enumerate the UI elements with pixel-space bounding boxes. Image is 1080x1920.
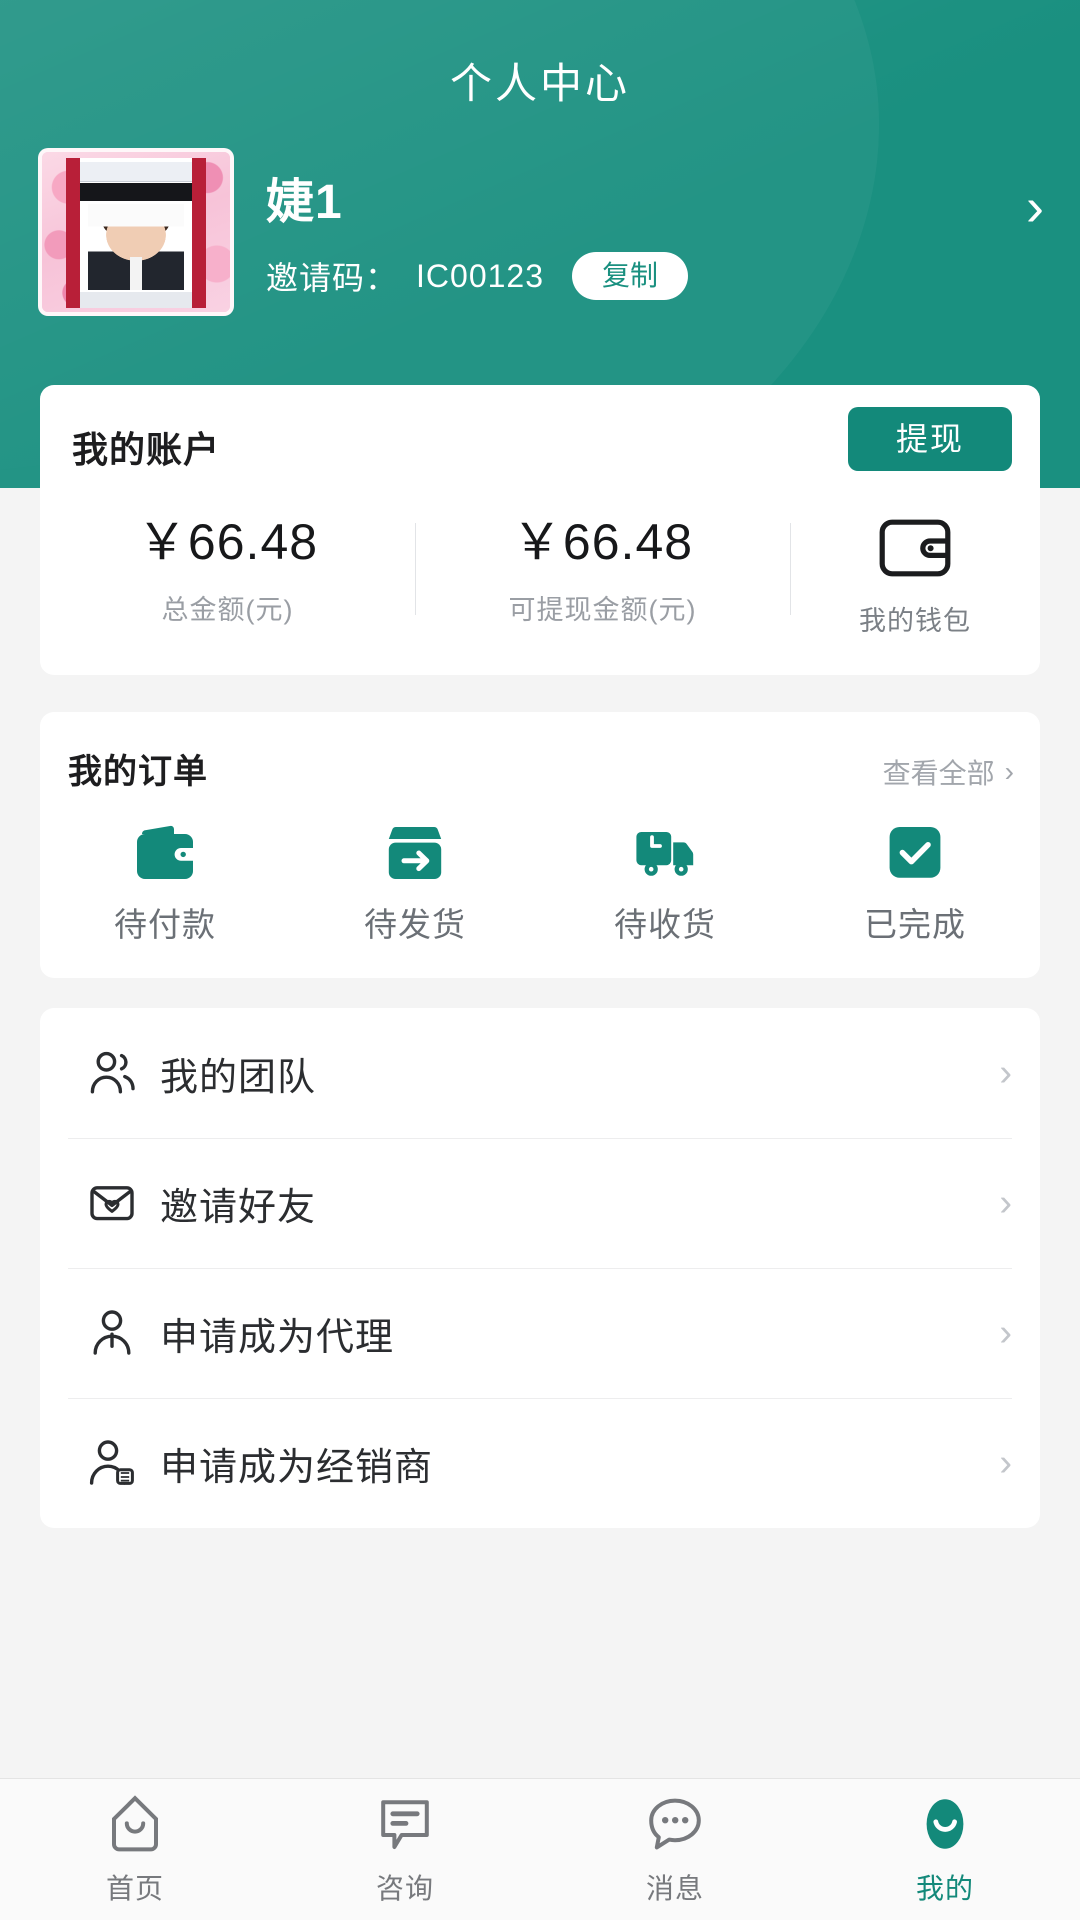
order-status-label: 待收货 <box>614 906 716 943</box>
package-arrow-icon <box>388 827 442 879</box>
order-status-pending-receipt[interactable]: 待收货 <box>540 824 790 946</box>
tab-home[interactable]: 首页 <box>0 1779 270 1920</box>
menu-item-apply-agent[interactable]: 申请成为代理 › <box>40 1268 1040 1398</box>
person-agent-icon <box>93 1310 131 1355</box>
avatar-toolbar-strip <box>80 162 192 182</box>
tab-label: 首页 <box>105 1872 164 1904</box>
menu-item-label: 申请成为代理 <box>160 1316 395 1359</box>
message-dots-icon <box>649 1798 701 1849</box>
account-stats: ￥66.48 总金额(元) ￥66.48 可提现金额(元) 我的钱包 <box>40 515 1040 638</box>
stat-divider <box>415 523 416 615</box>
wallet-icon <box>137 825 195 879</box>
avatar[interactable] <box>38 148 234 316</box>
wallet-divider <box>790 523 791 615</box>
stat-withdrawable-amount: ￥66.48 可提现金额(元) <box>415 515 790 627</box>
invite-code-label: 邀请码： <box>266 260 399 296</box>
menu-item-apply-dealer[interactable]: 申请成为经销商 › <box>40 1398 1040 1528</box>
my-wallet-label: 我的钱包 <box>859 606 971 636</box>
my-wallet-entry[interactable]: 我的钱包 <box>790 515 1040 638</box>
wallet-icon <box>879 519 951 577</box>
bottom-tabbar: 首页 咨询 消息 我的 <box>0 1778 1080 1920</box>
tab-messages[interactable]: 消息 <box>540 1779 810 1920</box>
orders-card: 我的订单 查看全部 › 待付款 待发货 待收货 已完成 <box>40 712 1040 978</box>
person-dealer-icon <box>89 1440 134 1485</box>
avatar-portrait <box>88 204 184 290</box>
chevron-right-icon: › <box>999 1181 1012 1224</box>
orders-status-grid: 待付款 待发货 待收货 已完成 <box>40 824 1040 946</box>
menu-item-label: 我的团队 <box>160 1056 317 1099</box>
menu-card: 我的团队 › 邀请好友 › 申请成为代理 › 申请成为经销商 › <box>40 1008 1040 1528</box>
invite-code-row: 邀请码： IC00123 复制 <box>266 252 689 300</box>
team-icon <box>90 1051 135 1094</box>
truck-icon <box>636 832 694 876</box>
copy-invite-code-button[interactable]: 复制 <box>572 252 689 300</box>
page-title: 个人中心 <box>449 60 630 107</box>
chevron-right-icon: › <box>999 1441 1012 1484</box>
orders-view-all-label: 查看全部 <box>882 758 995 789</box>
chat-lines-icon <box>381 1799 429 1849</box>
profile-smile-icon <box>926 1798 964 1849</box>
menu-item-my-team[interactable]: 我的团队 › <box>40 1008 1040 1138</box>
order-status-pending-shipment[interactable]: 待发货 <box>290 824 540 946</box>
avatar-dark-strip <box>80 183 192 201</box>
tab-mine[interactable]: 我的 <box>810 1779 1080 1920</box>
stat-label: 可提现金额(元) <box>508 595 697 625</box>
orders-title: 我的订单 <box>68 753 208 791</box>
envelope-heart-icon <box>90 1186 134 1221</box>
profile-block[interactable]: 婕1 邀请码： IC00123 复制 <box>38 148 1042 328</box>
tab-label: 消息 <box>645 1872 704 1904</box>
withdraw-button[interactable]: 提现 <box>847 407 1012 471</box>
tab-label: 我的 <box>915 1872 974 1904</box>
check-square-icon <box>889 827 941 878</box>
tab-consult[interactable]: 咨询 <box>270 1779 540 1920</box>
home-icon <box>112 1794 158 1851</box>
invite-code-value: IC00123 <box>416 257 544 294</box>
order-status-label: 待付款 <box>114 906 216 943</box>
avatar-photo-frame <box>66 158 206 308</box>
avatar-footer-strip <box>80 292 192 308</box>
stat-total-amount: ￥66.48 总金额(元) <box>40 515 415 627</box>
stat-value: ￥66.48 <box>136 514 319 570</box>
tab-label: 咨询 <box>375 1872 434 1904</box>
account-title: 我的账户 <box>72 429 221 470</box>
profile-detail-chevron-icon[interactable]: › <box>1026 180 1044 234</box>
order-status-label: 已完成 <box>864 906 966 943</box>
chevron-right-icon: › <box>999 1051 1012 1094</box>
order-status-completed[interactable]: 已完成 <box>790 824 1040 946</box>
menu-item-label: 申请成为经销商 <box>160 1446 434 1489</box>
nickname: 婕1 <box>266 176 343 229</box>
stat-label: 总金额(元) <box>161 595 294 625</box>
orders-view-all[interactable]: 查看全部 › <box>883 752 1014 792</box>
order-status-label: 待发货 <box>364 906 466 943</box>
menu-item-invite-friends[interactable]: 邀请好友 › <box>40 1138 1040 1268</box>
chevron-right-icon: › <box>1004 756 1014 787</box>
order-status-pending-payment[interactable]: 待付款 <box>40 824 290 946</box>
account-card: 我的账户 提现 ￥66.48 总金额(元) ￥66.48 可提现金额(元) 我的… <box>40 385 1040 675</box>
stat-value: ￥66.48 <box>511 514 694 570</box>
chevron-right-icon: › <box>999 1311 1012 1354</box>
menu-item-label: 邀请好友 <box>160 1186 317 1229</box>
